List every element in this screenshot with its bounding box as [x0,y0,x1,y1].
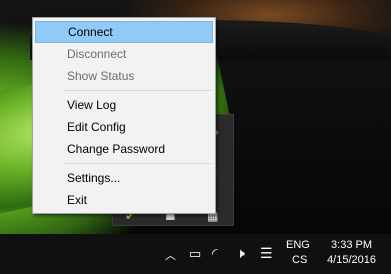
language-indicator[interactable]: ENG [286,239,310,251]
battery-icon[interactable]: ▭ [189,246,201,262]
tray-context-menu: Connect Disconnect Show Status View Log … [32,17,216,214]
menu-separator [63,90,211,91]
wifi-icon[interactable]: ◜ [212,245,217,262]
menu-item-change-password[interactable]: Change Password [35,138,213,160]
menu-separator [63,163,211,164]
chevron-up-icon[interactable]: ︿ [165,247,176,263]
menu-item-connect[interactable]: Connect [35,21,213,43]
menu-item-settings[interactable]: Settings... [35,167,213,189]
menu-item-disconnect: Disconnect [67,47,127,61]
keyboard-layout-indicator[interactable]: CS [292,254,307,266]
menu-item-exit[interactable]: Exit [35,189,213,211]
menu-item-edit-config[interactable]: Edit Config [35,116,213,138]
menu-item-view-log[interactable]: View Log [35,94,213,116]
menu-item-show-status: Show Status [67,69,135,83]
taskbar: ︿ ▭ ◜ 🕨 ☰ ENG CS 3:33 PM 4/15/2016 [0,234,391,274]
clock-time[interactable]: 3:33 PM [330,239,372,251]
volume-muted-icon[interactable]: 🕨 [236,245,245,262]
clock-date[interactable]: 4/15/2016 [318,254,376,266]
action-center-icon[interactable]: ☰ [260,245,273,262]
